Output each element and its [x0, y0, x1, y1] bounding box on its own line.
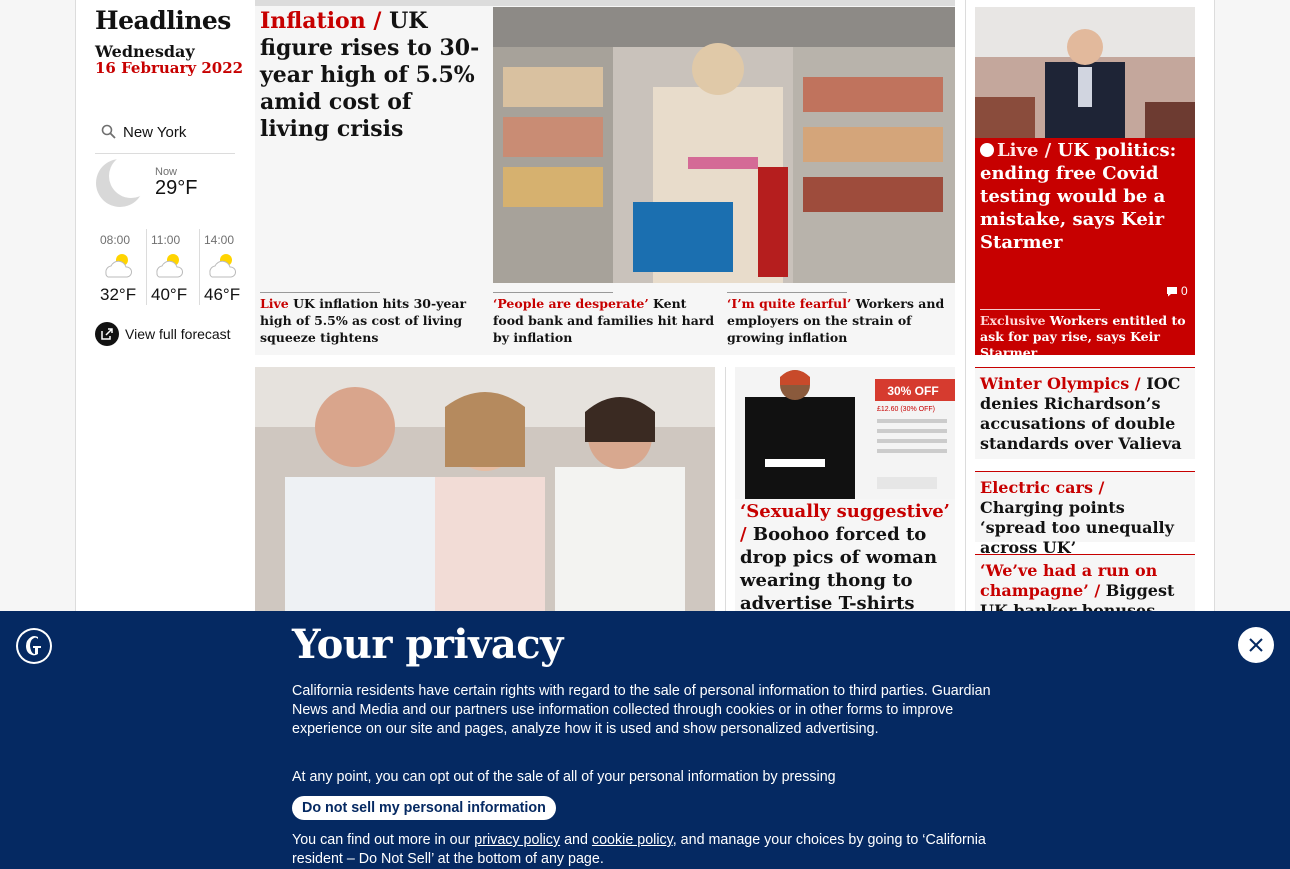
do-not-sell-button[interactable]: Do not sell my personal information: [292, 796, 556, 820]
forecast-item: 14:00 46°F: [199, 229, 251, 305]
lead-image-supermarket[interactable]: [493, 7, 955, 283]
story-image-photo[interactable]: [255, 367, 715, 627]
moon-icon: [96, 158, 145, 207]
divider: [980, 309, 1100, 310]
forecast-temp: 40°F: [151, 285, 188, 304]
lead-sub-link-3[interactable]: ‘I’m quite fearful’ Workers and employer…: [727, 292, 949, 346]
partly-cloudy-icon: [209, 254, 237, 278]
weather-now-temp: 29°F: [155, 177, 198, 199]
page-title: Headlines: [95, 6, 231, 35]
lead-headline-link[interactable]: Inflation / UK figure rises to 30-year h…: [260, 8, 485, 143]
weather-location-search[interactable]: New York: [95, 118, 235, 154]
divider: [493, 292, 613, 293]
divider: [260, 292, 380, 293]
forecast-temp: 32°F: [100, 285, 137, 304]
divider: [727, 292, 847, 293]
privacy-text: and: [564, 832, 588, 848]
boohoo-image-price: £12.60 (30% OFF): [877, 406, 935, 413]
privacy-policy-link[interactable]: privacy policy: [474, 832, 560, 848]
search-icon: [101, 124, 116, 139]
story-kicker: Winter Olympics /: [980, 374, 1141, 393]
live-pulse-icon: [980, 143, 994, 157]
boohoo-image-banner: 30% OFF: [887, 384, 938, 398]
forecast-item: 08:00 32°F: [96, 229, 148, 305]
weather-city: New York: [123, 124, 187, 141]
external-link-icon: [95, 322, 119, 346]
forecast-time: 08:00: [100, 233, 131, 247]
view-full-forecast-label: View full forecast: [125, 326, 231, 342]
forecast-time: 11:00: [151, 233, 181, 247]
boohoo-headline-link[interactable]: ‘Sexually suggestive’ / Boohoo forced to…: [740, 500, 952, 615]
forecast-item: 11:00 40°F: [146, 229, 198, 305]
live-headline-link[interactable]: Live / UK politics: ending free Covid te…: [980, 139, 1190, 254]
forecast-temp: 46°F: [204, 285, 241, 304]
privacy-paragraph-3: You can find out more in our privacy pol…: [292, 831, 1002, 869]
privacy-title: Your privacy: [292, 621, 563, 668]
close-banner-button[interactable]: [1238, 627, 1274, 663]
privacy-text: You can find out more in our: [292, 832, 471, 848]
sub-text: UK inflation hits 30-year high of 5.5% a…: [260, 296, 467, 345]
lead-kicker: Inflation /: [260, 8, 382, 34]
live-image-starmer[interactable]: [975, 7, 1195, 138]
lead-sub-link-1[interactable]: Live UK inflation hits 30-year high of 5…: [260, 292, 482, 346]
column-divider: [965, 0, 966, 640]
sub-kicker: ‘I’m quite fearful’: [727, 296, 852, 311]
privacy-paragraph-2: At any point, you can opt out of the sal…: [292, 769, 836, 785]
partly-cloudy-icon: [156, 254, 184, 278]
cookie-policy-link[interactable]: cookie policy: [592, 832, 673, 848]
view-full-forecast-link[interactable]: View full forecast: [95, 321, 231, 347]
forecast-time: 14:00: [204, 233, 235, 247]
right-story-link-1[interactable]: Winter Olympics / IOC denies Richardson’…: [975, 367, 1195, 459]
lead-sub-link-2[interactable]: ‘People are desperate’ Kent food bank an…: [493, 292, 715, 346]
live-sub-link[interactable]: Exclusive Workers entitled to ask for pa…: [980, 313, 1192, 361]
guardian-logo-icon: [16, 628, 52, 664]
date-full: 16 February 2022: [95, 59, 244, 77]
story-kicker: Electric cars /: [980, 478, 1105, 497]
right-story-link-2[interactable]: Electric cars / Charging points ‘spread …: [975, 471, 1195, 557]
partly-cloudy-icon: [105, 254, 133, 278]
sub-kicker: ‘People are desperate’: [493, 296, 649, 311]
sub-kicker: Live: [260, 296, 289, 311]
column-divider: [725, 367, 726, 627]
boohoo-headline: Boohoo forced to drop pics of woman wear…: [740, 524, 938, 614]
comment-count-link[interactable]: 0: [1166, 284, 1188, 298]
privacy-banner: Your privacy California residents have c…: [0, 611, 1290, 869]
comment-count: 0: [1181, 284, 1188, 298]
privacy-paragraph-1: California residents have certain rights…: [292, 683, 991, 737]
close-icon: [1249, 638, 1263, 652]
comment-icon: [1167, 286, 1177, 296]
live-kicker: Live /: [997, 140, 1052, 161]
sub-kicker: Exclusive: [980, 313, 1046, 328]
boohoo-story-image[interactable]: 30% OFF £12.60 (30% OFF): [735, 367, 955, 499]
